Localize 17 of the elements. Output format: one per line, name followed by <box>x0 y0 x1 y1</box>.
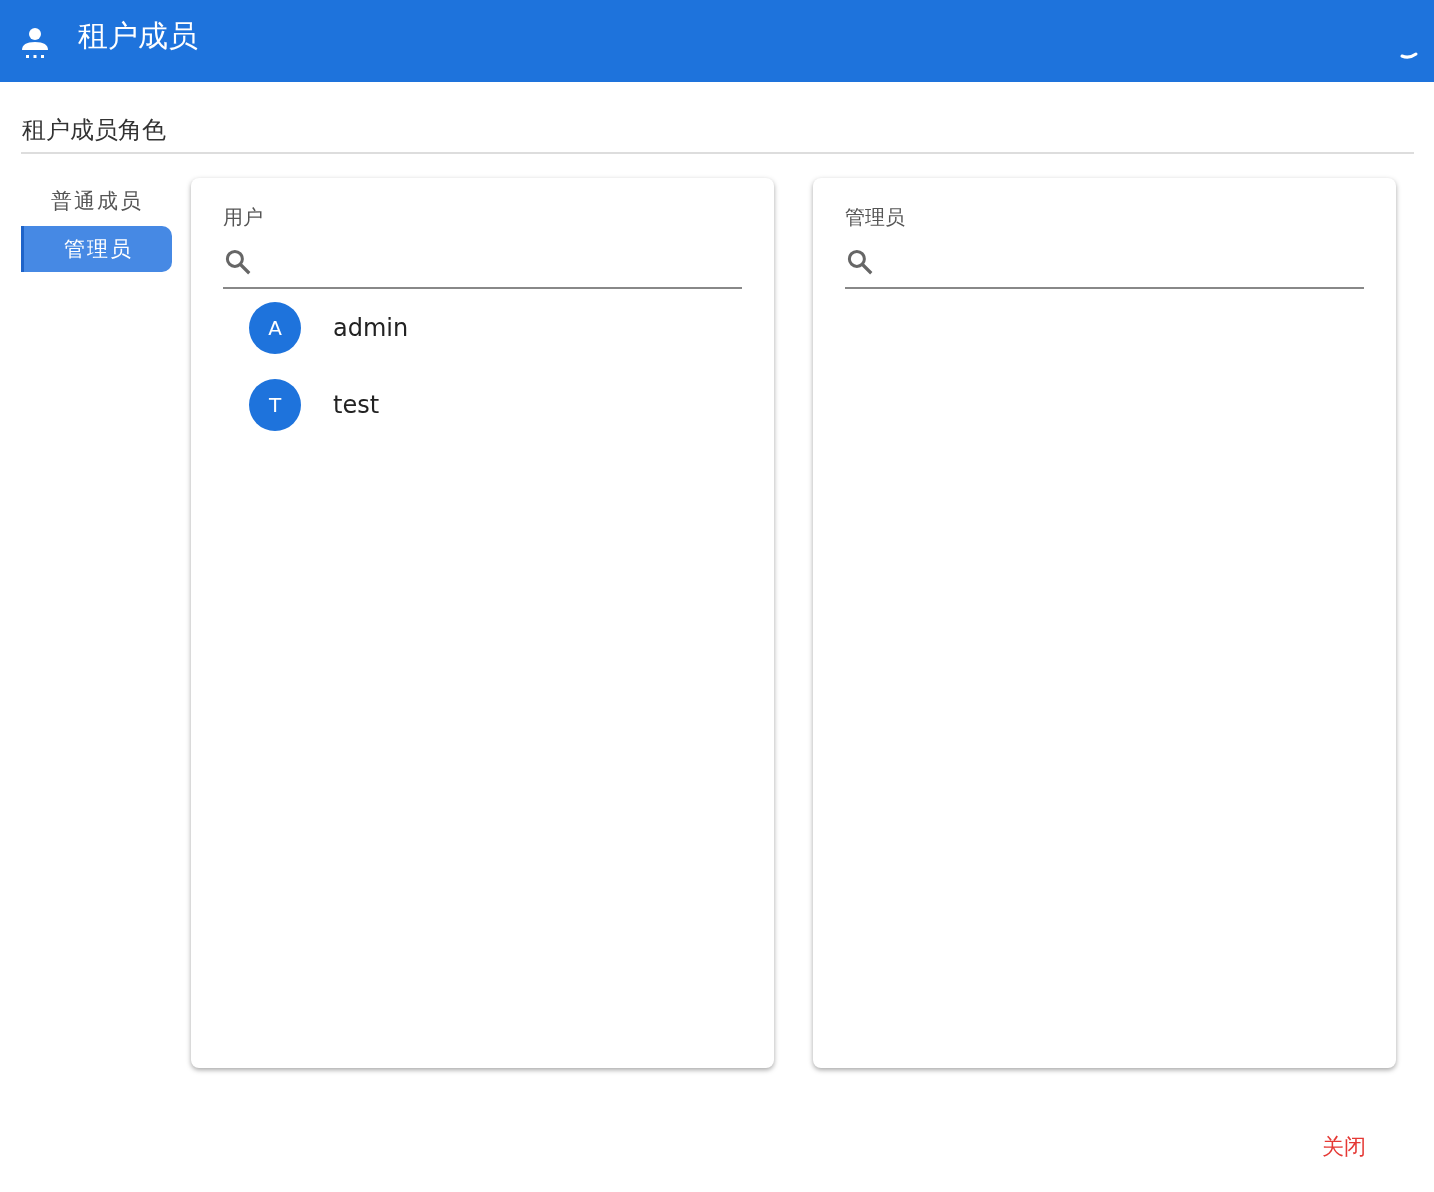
user-name: admin <box>333 313 409 342</box>
curve-icon <box>1400 52 1418 60</box>
role-item[interactable]: 普通成员 <box>21 178 172 224</box>
search-icon <box>223 247 253 277</box>
search-icon <box>845 247 875 277</box>
panel-title: 管理员 <box>845 204 906 231</box>
user-item[interactable]: T test <box>223 366 742 443</box>
dialog-title: 租户成员 <box>78 16 198 55</box>
close-button[interactable]: 关闭 <box>1306 1126 1382 1168</box>
user-item[interactable]: A admin <box>223 289 742 366</box>
role-item[interactable]: 管理员 <box>21 226 172 272</box>
panel-title: 用户 <box>223 204 264 231</box>
user-name: test <box>333 390 380 419</box>
person-icon <box>20 26 50 60</box>
section-title: 租户成员角色 <box>21 82 1414 154</box>
user-avatar: A <box>249 301 301 354</box>
user-avatar: T <box>249 378 301 431</box>
